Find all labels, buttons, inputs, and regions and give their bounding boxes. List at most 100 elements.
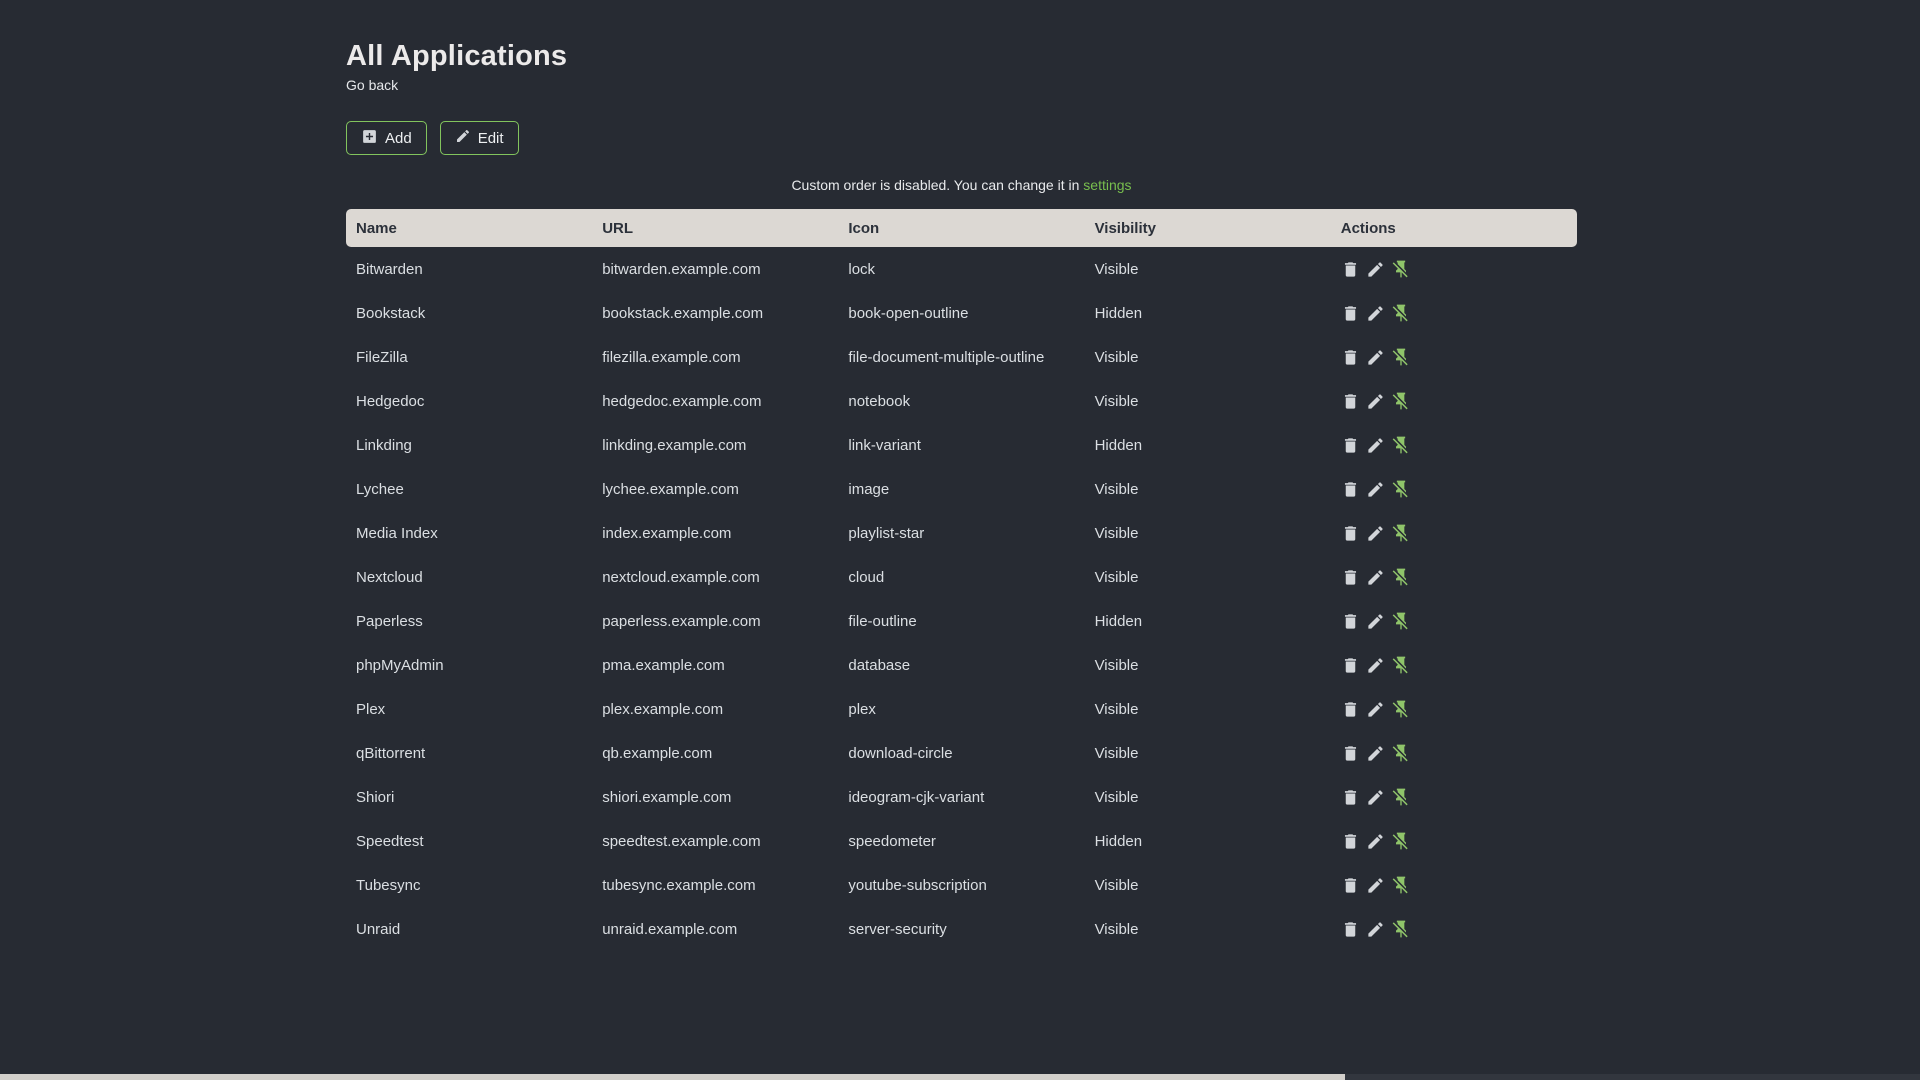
app-name-cell: FileZilla xyxy=(356,348,408,366)
pin-off-icon xyxy=(1391,304,1411,326)
edit-row-button[interactable] xyxy=(1366,436,1385,455)
delete-button[interactable] xyxy=(1341,524,1360,543)
pin-toggle-button[interactable] xyxy=(1391,699,1411,719)
table-row: phpMyAdmin pma.example.com database Visi… xyxy=(346,643,1577,687)
pin-toggle-button[interactable] xyxy=(1391,919,1411,939)
pin-toggle-button[interactable] xyxy=(1391,303,1411,323)
table-row: Linkding linkding.example.com link-varia… xyxy=(346,423,1577,467)
pencil-icon xyxy=(1366,833,1385,854)
pencil-icon xyxy=(1366,569,1385,590)
app-actions-cell xyxy=(1331,247,1577,291)
app-url-cell: hedgedoc.example.com xyxy=(602,392,762,410)
app-actions-cell xyxy=(1331,423,1577,467)
applications-table: Name URL Icon Visibility Actions Bitwarden b… xyxy=(346,209,1577,951)
pin-toggle-button[interactable] xyxy=(1391,787,1411,807)
app-icon-name-cell: database xyxy=(848,656,911,674)
delete-button[interactable] xyxy=(1341,480,1360,499)
trash-icon xyxy=(1341,613,1360,634)
delete-button[interactable] xyxy=(1341,700,1360,719)
pin-toggle-button[interactable] xyxy=(1391,479,1411,499)
edit-row-button[interactable] xyxy=(1366,260,1385,279)
delete-button[interactable] xyxy=(1341,656,1360,675)
app-url-cell: speedtest.example.com xyxy=(602,832,761,850)
delete-button[interactable] xyxy=(1341,744,1360,763)
pencil-icon xyxy=(1366,349,1385,370)
go-back-link[interactable]: Go back xyxy=(346,77,398,93)
delete-button[interactable] xyxy=(1341,304,1360,323)
trash-icon xyxy=(1341,393,1360,414)
edit-row-button[interactable] xyxy=(1366,304,1385,323)
app-visibility-cell: Hidden xyxy=(1094,612,1143,630)
app-name-cell: phpMyAdmin xyxy=(356,656,444,674)
pin-toggle-button[interactable] xyxy=(1391,523,1411,543)
app-name-cell: Tubesync xyxy=(356,876,421,894)
edit-row-button[interactable] xyxy=(1366,524,1385,543)
pin-toggle-button[interactable] xyxy=(1391,743,1411,763)
edit-row-button[interactable] xyxy=(1366,788,1385,807)
app-icon-name-cell: cloud xyxy=(848,568,885,586)
delete-button[interactable] xyxy=(1341,612,1360,631)
pin-toggle-button[interactable] xyxy=(1391,567,1411,587)
delete-button[interactable] xyxy=(1341,788,1360,807)
pin-toggle-button[interactable] xyxy=(1391,259,1411,279)
pin-off-icon xyxy=(1391,612,1411,634)
app-actions-cell xyxy=(1331,731,1577,775)
edit-row-button[interactable] xyxy=(1366,568,1385,587)
edit-row-button[interactable] xyxy=(1366,700,1385,719)
pin-off-icon xyxy=(1391,876,1411,898)
table-row: Shiori shiori.example.com ideogram-cjk-v… xyxy=(346,775,1577,819)
app-name-cell: Linkding xyxy=(356,436,412,454)
pencil-icon xyxy=(1366,393,1385,414)
add-button-label: Add xyxy=(385,129,412,147)
delete-button[interactable] xyxy=(1341,920,1360,939)
trash-icon xyxy=(1341,701,1360,722)
add-button[interactable]: Add xyxy=(346,121,427,155)
delete-button[interactable] xyxy=(1341,392,1360,411)
pin-off-icon xyxy=(1391,656,1411,678)
delete-button[interactable] xyxy=(1341,260,1360,279)
delete-button[interactable] xyxy=(1341,832,1360,851)
trash-icon xyxy=(1341,569,1360,590)
delete-button[interactable] xyxy=(1341,568,1360,587)
pin-off-icon xyxy=(1391,480,1411,502)
table-row: Bitwarden bitwarden.example.com lock Vis… xyxy=(346,247,1577,291)
edit-row-button[interactable] xyxy=(1366,392,1385,411)
main-content: All Applications Go back Add Edit Custom… xyxy=(346,40,1577,951)
edit-row-button[interactable] xyxy=(1366,480,1385,499)
delete-button[interactable] xyxy=(1341,436,1360,455)
app-visibility-cell: Hidden xyxy=(1094,304,1143,322)
edit-row-button[interactable] xyxy=(1366,876,1385,895)
app-icon-name-cell: file-document-multiple-outline xyxy=(848,348,1045,366)
delete-button[interactable] xyxy=(1341,876,1360,895)
edit-row-button[interactable] xyxy=(1366,920,1385,939)
pin-toggle-button[interactable] xyxy=(1391,435,1411,455)
pin-toggle-button[interactable] xyxy=(1391,611,1411,631)
delete-button[interactable] xyxy=(1341,348,1360,367)
app-url-cell: index.example.com xyxy=(602,524,732,542)
app-icon-name-cell: ideogram-cjk-variant xyxy=(848,788,985,806)
pin-toggle-button[interactable] xyxy=(1391,831,1411,851)
horizontal-scrollbar-thumb[interactable] xyxy=(0,1074,1345,1080)
pin-toggle-button[interactable] xyxy=(1391,391,1411,411)
edit-row-button[interactable] xyxy=(1366,348,1385,367)
app-icon-name-cell: file-outline xyxy=(848,612,917,630)
edit-row-button[interactable] xyxy=(1366,612,1385,631)
app-name-cell: Unraid xyxy=(356,920,401,938)
pin-off-icon xyxy=(1391,392,1411,414)
pin-toggle-button[interactable] xyxy=(1391,655,1411,675)
pin-off-icon xyxy=(1391,832,1411,854)
edit-row-button[interactable] xyxy=(1366,656,1385,675)
app-actions-cell xyxy=(1331,335,1577,379)
pin-toggle-button[interactable] xyxy=(1391,875,1411,895)
app-visibility-cell: Visible xyxy=(1094,392,1139,410)
horizontal-scrollbar[interactable] xyxy=(0,1074,1920,1080)
edit-button[interactable]: Edit xyxy=(439,121,519,155)
edit-row-button[interactable] xyxy=(1366,744,1385,763)
pin-toggle-button[interactable] xyxy=(1391,347,1411,367)
table-row: Paperless paperless.example.com file-out… xyxy=(346,599,1577,643)
settings-link[interactable]: settings xyxy=(1083,177,1131,193)
app-icon-name-cell: youtube-subscription xyxy=(848,876,987,894)
edit-row-button[interactable] xyxy=(1366,832,1385,851)
table-row: Tubesync tubesync.example.com youtube-su… xyxy=(346,863,1577,907)
table-row: Hedgedoc hedgedoc.example.com notebook V… xyxy=(346,379,1577,423)
